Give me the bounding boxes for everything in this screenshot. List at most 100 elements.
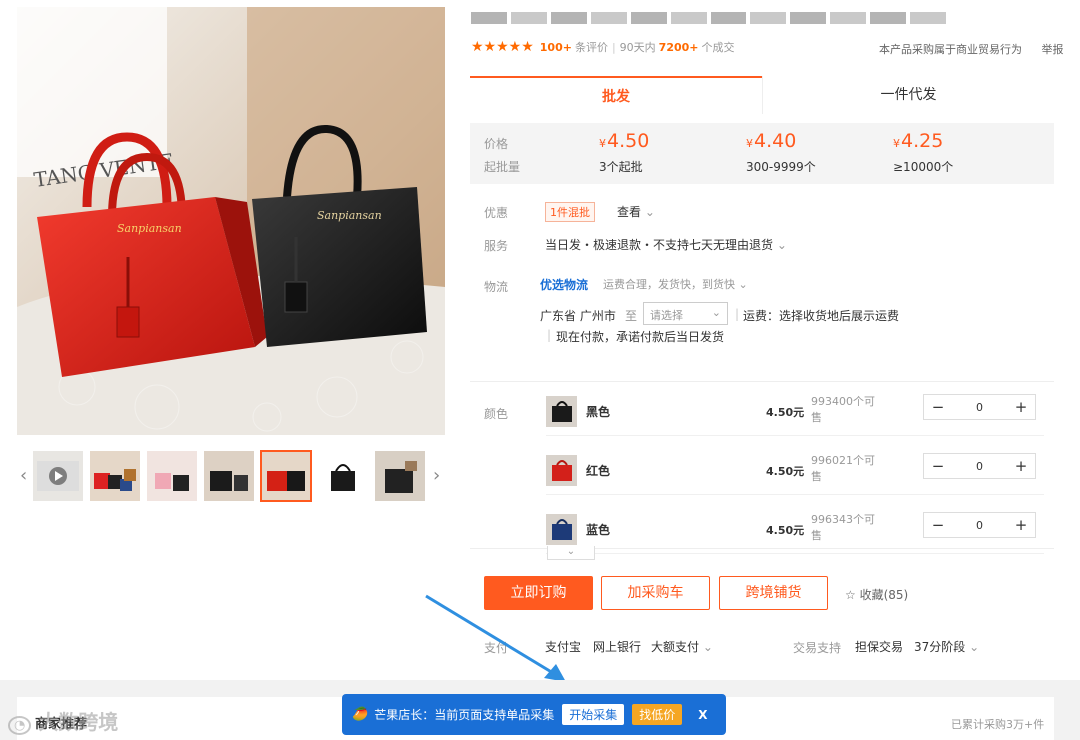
thumbnail-3[interactable] xyxy=(204,451,254,501)
minus-button[interactable]: − xyxy=(924,516,952,534)
thumbnail-video[interactable] xyxy=(33,451,83,501)
tier-3-moq: ≥10000个 xyxy=(893,160,954,174)
sku-thumbnail[interactable] xyxy=(546,514,577,545)
annotation-arrow xyxy=(425,594,566,682)
minus-button[interactable]: − xyxy=(924,398,952,416)
minus-button[interactable]: − xyxy=(924,457,952,475)
plugin-bar: 🥭 芒果店长：当前页面支持单品采集 开始采集 找低价 X xyxy=(342,694,726,735)
chevron-down-icon: ⌄ xyxy=(711,306,721,319)
promo-label: 优惠 xyxy=(484,206,509,220)
review-count[interactable]: 100+ xyxy=(540,41,572,54)
trade-support-label: 交易支持 xyxy=(793,641,842,655)
plugin-text: 芒果店长：当前页面支持单品采集 xyxy=(374,708,555,722)
thumbnail-strip: ‹ › xyxy=(17,449,445,503)
purchase-tabs: 批发 一件代发 xyxy=(470,76,1054,114)
payment-online-bank: 网上银行 xyxy=(593,640,642,654)
sku-price: 4.50元 xyxy=(766,406,805,419)
rating-row: ★★★★★ 100+ 条评价 | 90天内 7200+ 个成交 xyxy=(471,39,735,55)
quantity-stepper: −0 + xyxy=(923,394,1036,420)
sku-row-red: 红色 4.50元 996021个可售 −0 + xyxy=(546,453,1044,495)
thumbnail-1[interactable] xyxy=(90,451,140,501)
chevron-down-icon: ⌄ xyxy=(641,205,655,219)
moq-label: 起批量 xyxy=(484,160,521,174)
service-dropdown[interactable]: 当日发・极速退款・不支持七天无理由退货 ⌄ xyxy=(545,236,787,253)
thumbnail-4-selected[interactable] xyxy=(260,450,312,502)
sku-name: 红色 xyxy=(586,464,611,478)
color-label: 颜色 xyxy=(484,407,509,421)
thumbnail-2[interactable] xyxy=(147,451,197,501)
chevron-left-icon[interactable]: ‹ xyxy=(20,465,27,486)
promo-view-dropdown[interactable]: 查看 ⌄ xyxy=(617,203,655,220)
sku-price: 4.50元 xyxy=(766,524,805,537)
watermark-logo: ◔ xyxy=(8,716,32,735)
chevron-down-icon: ⌄ xyxy=(965,640,980,654)
mango-icon: 🥭 xyxy=(352,707,369,722)
thumbnail-5[interactable] xyxy=(318,451,368,501)
service-label: 服务 xyxy=(484,239,509,253)
product-title-blurred xyxy=(471,10,947,26)
favorite-button[interactable]: ☆ 收藏(85) xyxy=(845,586,908,603)
price-label: 价格 xyxy=(484,137,509,151)
review-suffix: 条评价 xyxy=(574,41,608,54)
payment-large-dropdown[interactable]: 大额支付 ⌄ xyxy=(651,638,713,655)
guarantee-trade: 担保交易 xyxy=(855,640,904,654)
installment-dropdown[interactable]: 37分阶段 ⌄ xyxy=(914,638,979,655)
plus-button[interactable]: + xyxy=(1007,516,1035,534)
logistics-highlight: 优选物流 xyxy=(540,278,589,292)
star-outline-icon: ☆ xyxy=(845,588,860,602)
sku-stock: 996343个可售 xyxy=(811,513,875,542)
quantity-stepper: −0 + xyxy=(923,453,1036,479)
sku-name: 黑色 xyxy=(586,405,611,419)
deal-count: 7200+ xyxy=(658,40,699,54)
close-icon[interactable]: X xyxy=(698,708,707,722)
svg-text:Sanpiansan: Sanpiansan xyxy=(317,209,382,222)
find-low-price-button[interactable]: 找低价 xyxy=(632,704,683,725)
quantity-input[interactable]: 0 xyxy=(952,401,1007,414)
expand-sku-toggle[interactable]: ⌄ xyxy=(547,546,595,560)
quantity-input[interactable]: 0 xyxy=(952,519,1007,532)
chevron-down-icon: ⌄ xyxy=(566,546,576,557)
plus-button[interactable]: + xyxy=(1007,457,1035,475)
logistics-label: 物流 xyxy=(484,280,509,294)
quantity-input[interactable]: 0 xyxy=(952,460,1007,473)
sku-thumbnail[interactable] xyxy=(546,455,577,486)
watermark: ◔ 大数跨境 xyxy=(8,706,118,735)
cross-border-button[interactable]: 跨境铺货 xyxy=(719,576,828,610)
destination-select[interactable]: 请选择 ⌄ xyxy=(643,302,728,325)
to-label: 至 xyxy=(625,309,638,323)
trade-notice: 本产品采购属于商业贸易行为 举报 xyxy=(879,41,1064,57)
tier-1-moq: 3个起批 xyxy=(599,160,643,174)
chevron-down-icon: ⌄ xyxy=(735,278,748,291)
svg-text:Sanpiansan: Sanpiansan xyxy=(117,222,182,235)
sku-thumbnail[interactable] xyxy=(546,396,577,427)
tier-2-moq: 300-9999个 xyxy=(746,160,816,174)
freight-text: 运费：选择收货地后展示运费 xyxy=(743,309,900,323)
plus-button[interactable]: + xyxy=(1007,398,1035,416)
sku-name: 蓝色 xyxy=(586,523,611,537)
tier-2-price: ¥4.40 xyxy=(746,130,797,152)
tier-1-price: ¥4.50 xyxy=(599,130,650,152)
logistics-desc-dropdown[interactable]: 运费合理，发货快，到货快 ⌄ xyxy=(603,276,748,292)
origin-location: 广东省 广州市 xyxy=(540,309,616,323)
chevron-down-icon: ⌄ xyxy=(773,238,787,252)
chevron-right-icon[interactable]: › xyxy=(433,465,440,486)
tab-dropship[interactable]: 一件代发 xyxy=(762,76,1054,114)
report-link[interactable]: 举报 xyxy=(1042,43,1064,56)
start-collect-button[interactable]: 开始采集 xyxy=(562,704,625,725)
trade-notice-text: 本产品采购属于商业贸易行为 xyxy=(879,43,1022,56)
tab-wholesale[interactable]: 批发 xyxy=(470,76,762,114)
dispatch-note: 现在付款，承诺付款后当日发货 xyxy=(556,330,725,344)
main-product-image: TANG VENTE Sanpiansan Sanpiansan xyxy=(17,7,445,435)
star-icon: ★★★★★ xyxy=(471,39,534,55)
tier-3-price: ¥4.25 xyxy=(893,130,944,152)
thumbnail-6[interactable] xyxy=(375,451,425,501)
deal-suffix: 个成交 xyxy=(701,41,735,54)
deal-period: 90天内 xyxy=(619,41,656,54)
chevron-down-icon: ⌄ xyxy=(699,640,713,654)
merchant-stat: 已累计采购3万+件 xyxy=(951,718,1045,731)
sku-stock: 993400个可售 xyxy=(811,395,875,424)
sku-stock: 996021个可售 xyxy=(811,454,875,483)
sku-row-black: 黑色 4.50元 993400个可售 −0 + xyxy=(546,394,1044,436)
price-tier-box: 价格 起批量 ¥4.50 3个起批 ¥4.40 300-9999个 ¥4.25 … xyxy=(470,123,1054,184)
add-to-cart-button[interactable]: 加采购车 xyxy=(601,576,710,610)
